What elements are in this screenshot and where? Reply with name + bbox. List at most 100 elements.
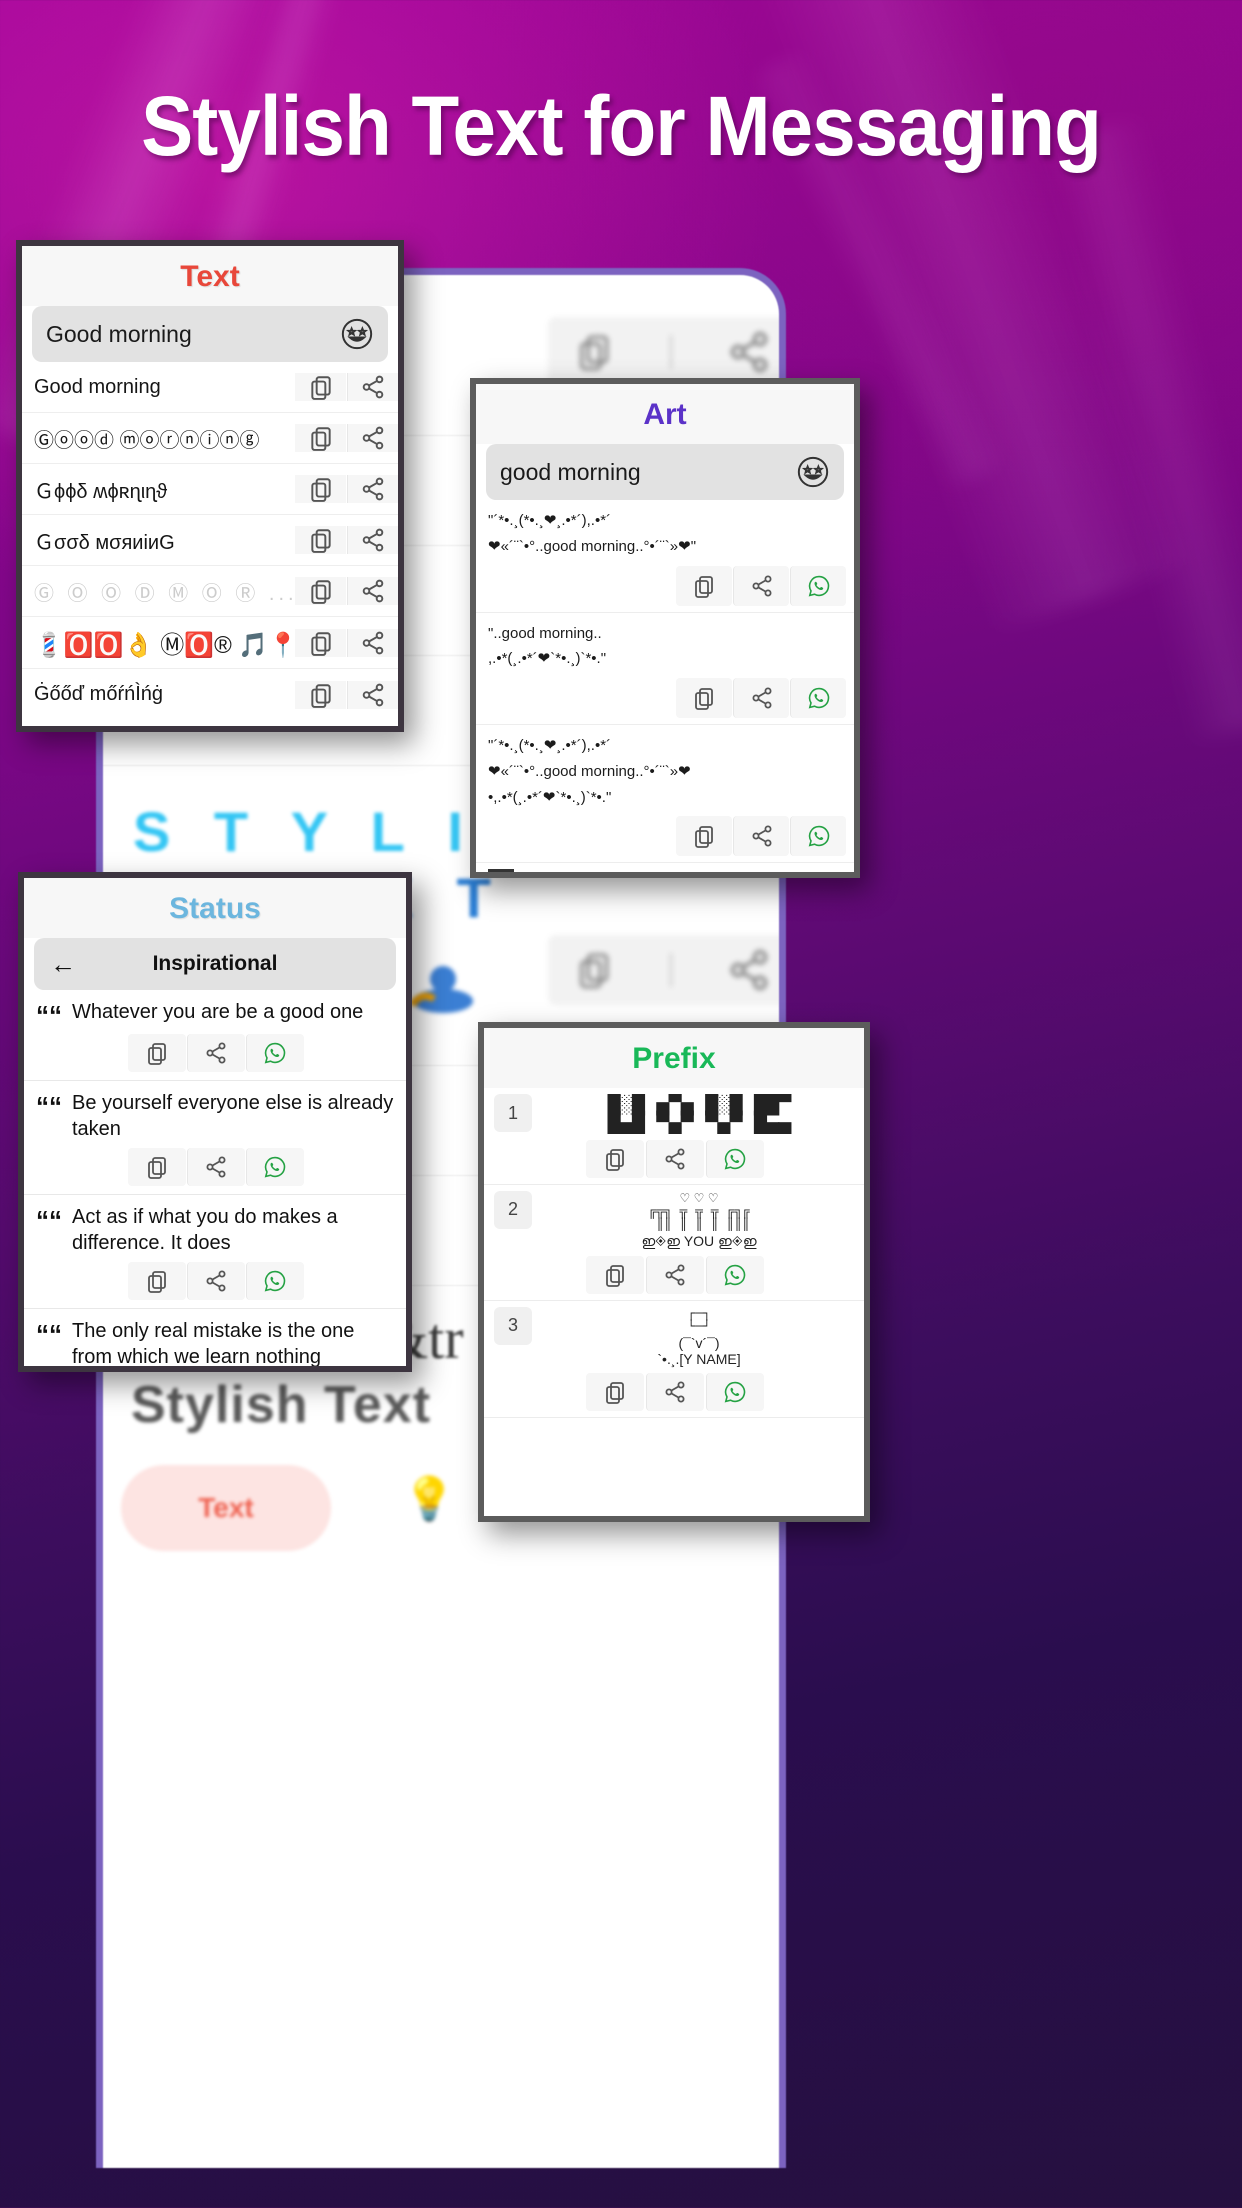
quote-mark-icon: ““ <box>36 1000 62 1030</box>
share-icon[interactable] <box>347 628 398 657</box>
text-variant: Ⓖ Ⓞ Ⓞ Ⓓ Ⓜ Ⓞ Ⓡ ... <box>34 582 294 605</box>
table-row[interactable]: Ⓖⓞⓞⓓ ⓜⓞⓡⓝⓘⓝⓖ <box>22 413 398 464</box>
text-input-row[interactable]: Good morning <box>32 306 388 362</box>
whatsapp-icon[interactable] <box>245 1262 304 1301</box>
list-item[interactable]: 2 ♡ ♡ ♡ ╔╦╗ ╦ ╦ ╦ ╔╗╔ ║║ ║ ║ ║ ║║║ ഇ◈ഇ Y… <box>484 1184 864 1301</box>
row-actions <box>36 1142 394 1190</box>
copy-icon[interactable] <box>295 526 346 554</box>
art-input-value: good morning <box>500 458 641 485</box>
copy-icon[interactable] <box>295 628 346 657</box>
share-icon[interactable] <box>186 1262 245 1301</box>
art-input-row[interactable]: good morning <box>486 444 844 500</box>
art-line-3: •,.•*(¸.•*´❤`*•.¸)`*•." <box>488 788 612 806</box>
copy-icon[interactable] <box>676 816 732 857</box>
prefix-subtitle: ഇ◈ഇ YOU ഇ◈ഇ <box>641 1232 757 1249</box>
back-arrow-icon[interactable]: ← <box>50 949 76 980</box>
item-number: 3 <box>494 1306 532 1345</box>
row-actions <box>484 1367 864 1415</box>
list-item[interactable]: "´*•.¸(*•.¸❤¸.•*´),.•*´ ❤«´¨`•°..good mo… <box>476 500 854 613</box>
copy-icon[interactable] <box>295 475 346 503</box>
copy-icon[interactable] <box>127 1262 186 1301</box>
art-line-2: ❤«´¨`•°..good morning..°•´¨`»❤ <box>488 762 691 780</box>
share-icon[interactable] <box>186 1148 245 1187</box>
whatsapp-icon[interactable] <box>790 816 846 857</box>
copy-icon[interactable] <box>585 1255 644 1294</box>
prefix-ascii-art: ┌─┐ └─┘ <box>687 1306 711 1333</box>
list-item[interactable]: ““ The only real mistake is the one from… <box>24 1309 406 1366</box>
share-icon[interactable] <box>347 424 398 452</box>
share-icon[interactable] <box>733 678 789 718</box>
text-input-value: Good morning <box>46 320 192 347</box>
quote-mark-icon: ““ <box>36 1091 62 1121</box>
copy-icon[interactable] <box>295 680 346 709</box>
progress-swatch <box>488 869 514 872</box>
copy-icon[interactable] <box>295 424 346 452</box>
art-line-1: "´*•.¸(*•.¸❤¸.•*´),.•*´ <box>488 737 612 754</box>
share-icon[interactable] <box>645 1255 704 1294</box>
list-item[interactable]: ““ Act as if what you do makes a differe… <box>24 1195 406 1310</box>
table-row[interactable]: Good morning <box>22 362 398 413</box>
table-row[interactable]: Ｇσσδ мσяиiиG <box>22 515 398 566</box>
art-line-1: "´*•.¸(*•.¸❤¸.•*´),.•*´ <box>488 512 612 529</box>
copy-icon[interactable] <box>127 1148 186 1187</box>
list-item[interactable]: "´*•.¸(*•.¸❤¸.•*´),.•*´ ❤«´¨`•°..good mo… <box>476 725 854 864</box>
copy-icon[interactable] <box>676 678 732 718</box>
whatsapp-icon[interactable] <box>705 1255 764 1294</box>
art-line-2: ,.•*(¸.•*´❤`*•.¸)`*•." <box>488 650 607 668</box>
share-icon[interactable] <box>347 526 398 554</box>
list-item[interactable]: ““ Whatever you are be a good one <box>24 990 406 1081</box>
status-panel: Status ← Inspirational ““ Whatever you a… <box>18 872 412 1372</box>
table-row[interactable]: Ｇϕϕδ ʍϕʀɳιɳϑ <box>22 464 398 515</box>
quote-text: Act as if what you do makes a difference… <box>72 1206 338 1254</box>
hearts-decor: ♡ ♡ ♡ <box>679 1190 719 1205</box>
prefix-subtitle: (¯`v´¯) `•.¸.[Y NAME] <box>657 1334 741 1367</box>
text-row-list: Good morning Ⓖⓞⓞⓓ ⓜⓞⓡⓝⓘⓝⓖ Ｇϕϕδ ʍϕʀɳιɳϑ Ｇ… <box>22 362 398 720</box>
row-actions <box>294 628 398 657</box>
list-item[interactable]: "..good morning.. ,.•*(¸.•*´❤`*•.¸)`*•." <box>476 612 854 725</box>
whatsapp-icon[interactable] <box>245 1034 304 1072</box>
copy-icon[interactable] <box>585 1372 644 1411</box>
quote-mark-icon: ““ <box>36 1205 62 1236</box>
share-icon[interactable] <box>186 1034 245 1072</box>
prefix-panel: Prefix 1 █░█ ▄▀▄ █░█ ██▀ █▄█ ▀▄▀ ▀▄▀ █▄▄… <box>478 1022 870 1522</box>
row-actions <box>294 526 398 554</box>
copy-icon[interactable] <box>295 577 346 605</box>
table-row[interactable]: Ġőőď mőŕńÌńġ <box>22 669 398 720</box>
text-panel: Text Good morning Good morning Ⓖⓞⓞⓓ ⓜⓞⓡⓝ… <box>16 240 404 732</box>
text-variant: Ⓖⓞⓞⓓ ⓜⓞⓡⓝⓘⓝⓖ <box>34 429 260 452</box>
share-icon[interactable] <box>347 373 398 401</box>
list-item[interactable]: 1 █░█ ▄▀▄ █░█ ██▀ █▄█ ▀▄▀ ▀▄▀ █▄▄ <box>484 1088 864 1185</box>
list-item[interactable]: 3 ┌─┐ └─┘ (¯`v´¯) `•.¸.[Y NAME] <box>484 1300 864 1418</box>
share-icon[interactable] <box>733 816 789 857</box>
share-icon[interactable] <box>347 475 398 503</box>
emoji-star-eyes-icon[interactable] <box>340 317 374 351</box>
art-line-1: "..good morning.. <box>488 624 602 642</box>
whatsapp-icon[interactable] <box>790 565 846 606</box>
emoji-star-eyes-icon[interactable] <box>796 455 830 489</box>
copy-icon[interactable] <box>295 373 346 401</box>
whatsapp-icon[interactable] <box>790 678 846 718</box>
background-app-title: Stylish Text <box>131 1376 432 1434</box>
whatsapp-icon[interactable] <box>245 1148 304 1187</box>
bulb-icon: 💡 <box>403 1475 456 1522</box>
copy-icon[interactable] <box>127 1034 186 1072</box>
copy-icon[interactable] <box>676 565 732 606</box>
status-category-label: Inspirational <box>152 952 278 975</box>
share-icon[interactable] <box>733 565 789 606</box>
whatsapp-icon[interactable] <box>705 1139 764 1178</box>
text-variant: Ｇϕϕδ ʍϕʀɳιɳϑ <box>34 480 168 503</box>
share-icon[interactable] <box>347 577 398 605</box>
table-row[interactable]: Ⓖ Ⓞ Ⓞ Ⓓ Ⓜ Ⓞ Ⓡ ... <box>22 566 398 617</box>
whatsapp-icon[interactable] <box>705 1372 764 1411</box>
share-icon[interactable] <box>645 1372 704 1411</box>
status-nav-row[interactable]: ← Inspirational <box>34 938 396 990</box>
share-icon[interactable] <box>347 680 398 709</box>
prefix-item-list: 1 █░█ ▄▀▄ █░█ ██▀ █▄█ ▀▄▀ ▀▄▀ █▄▄ 2 ♡ ♡ … <box>484 1088 864 1418</box>
prefix-panel-title: Prefix <box>484 1028 864 1088</box>
page-title: Stylish Text for Messaging <box>141 79 1102 173</box>
item-number: 2 <box>494 1190 532 1229</box>
copy-icon[interactable] <box>585 1139 644 1178</box>
share-icon[interactable] <box>645 1139 704 1178</box>
table-row[interactable]: 💈🅾️🅾️👌 Ⓜ🅾️® 🎵📍 ... <box>22 617 398 669</box>
list-item[interactable]: ““ Be yourself everyone else is already … <box>24 1081 406 1196</box>
